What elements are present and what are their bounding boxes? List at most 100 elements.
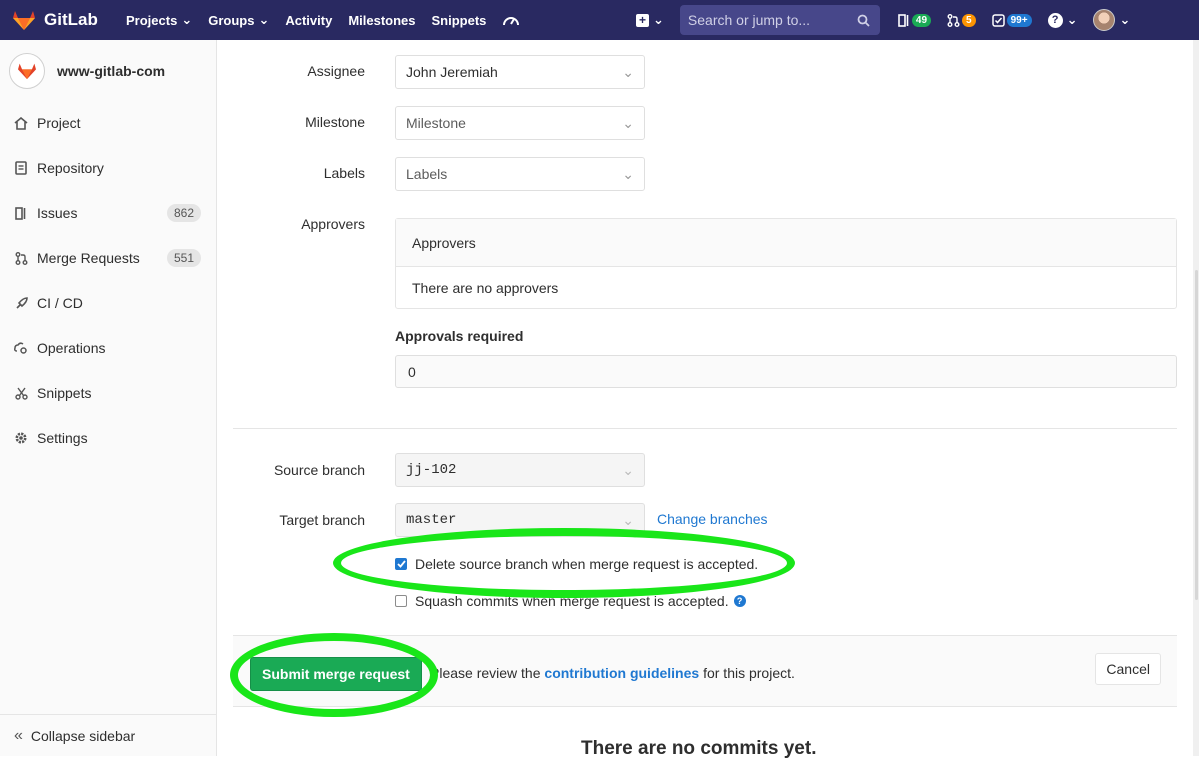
chevron-down-icon: ⌄ — [622, 511, 634, 528]
question-circle-icon[interactable]: ? — [733, 595, 746, 607]
todos-shortcut[interactable]: 99+ — [991, 13, 1032, 27]
merge-request-icon — [13, 251, 29, 265]
sidebar-item-label: Settings — [37, 430, 88, 446]
sidebar-item-ci-cd[interactable]: CI / CD — [0, 283, 216, 323]
milestone-value: Milestone — [406, 115, 466, 131]
plus-square-icon: + — [636, 13, 649, 27]
merge-request-form: Assignee John Jeremiah ⌄ Milestone Miles… — [217, 40, 1199, 759]
approvals-required-label: Approvals required — [395, 328, 524, 344]
approvers-header: Approvers — [396, 219, 1176, 267]
delete-source-branch-option[interactable]: Delete source branch when merge request … — [395, 556, 758, 572]
home-icon — [13, 116, 29, 130]
section-divider — [233, 428, 1177, 429]
sidebar-project-header[interactable]: www-gitlab-com — [0, 40, 216, 102]
delete-source-label: Delete source branch when merge request … — [415, 556, 759, 572]
milestone-dropdown[interactable]: Milestone ⌄ — [395, 106, 645, 140]
collapse-sidebar-button[interactable]: « Collapse sidebar — [0, 714, 216, 756]
chevron-down-icon: ⌄ — [622, 63, 634, 80]
search-input[interactable]: Search or jump to... — [679, 5, 880, 35]
form-actions: Submit merge request Please review the c… — [233, 635, 1177, 707]
sidebar-item-merge-requests[interactable]: Merge Requests 551 — [0, 238, 216, 278]
chevron-down-icon: ⌄ — [622, 165, 634, 182]
gitlab-home-link[interactable]: GitLab — [12, 9, 112, 31]
sidebar-item-settings[interactable]: Settings — [0, 418, 216, 458]
approvers-label: Approvers — [301, 216, 365, 232]
project-sidebar: www-gitlab-com Project Repository Issues… — [0, 40, 217, 756]
sidebar-item-operations[interactable]: Operations — [0, 328, 216, 368]
scissors-icon — [13, 387, 29, 400]
chevron-down-icon: ⌄ — [1066, 12, 1078, 27]
gitlab-logo-icon — [13, 11, 35, 30]
sidebar-item-label: Snippets — [37, 385, 92, 401]
nav-projects[interactable]: Projects ⌄ — [126, 12, 192, 28]
contribution-guidelines-link[interactable]: contribution guidelines — [544, 665, 699, 681]
project-name: www-gitlab-com — [57, 63, 166, 79]
review-suffix: for this project. — [703, 665, 795, 681]
chevron-down-icon: ⌄ — [622, 461, 634, 478]
target-branch-value: master — [406, 512, 457, 528]
todo-count-badge: 99+ — [1006, 13, 1032, 27]
gear-icon — [13, 431, 29, 445]
milestone-label: Milestone — [305, 114, 365, 130]
assignee-label: Assignee — [307, 63, 365, 79]
issues-count-badge: 49 — [911, 13, 932, 27]
sidebar-item-label: CI / CD — [37, 295, 83, 311]
brand-name: GitLab — [44, 10, 98, 29]
merge-requests-shortcut[interactable]: 5 — [947, 13, 976, 27]
doc-icon — [13, 161, 29, 175]
user-menu[interactable]: ⌄ — [1093, 9, 1130, 31]
chevron-down-icon: ⌄ — [622, 114, 634, 131]
sidebar-item-label: Operations — [37, 340, 106, 356]
submit-merge-request-button[interactable]: Submit merge request — [250, 657, 422, 691]
issues-count: 862 — [166, 204, 201, 222]
delete-source-checkbox[interactable] — [395, 558, 407, 570]
collapse-sidebar-label: Collapse sidebar — [30, 727, 136, 744]
cloud-gear-icon — [13, 341, 29, 355]
change-branches-link[interactable]: Change branches — [657, 511, 768, 527]
assignee-dropdown[interactable]: John Jeremiah ⌄ — [395, 55, 645, 89]
chevron-down-icon: ⌄ — [653, 12, 664, 27]
labels-value: Labels — [406, 166, 448, 182]
nav-groups[interactable]: Groups ⌄ — [208, 12, 269, 28]
nav-milestones[interactable]: Milestones — [348, 13, 415, 28]
chevron-down-icon: ⌄ — [258, 12, 270, 27]
admin-dashboard-icon[interactable] — [502, 12, 520, 28]
search-icon — [857, 14, 870, 27]
mr-count-badge: 5 — [962, 13, 976, 27]
squash-checkbox[interactable] — [395, 595, 407, 607]
double-chevron-left-icon: « — [14, 726, 23, 744]
sidebar-item-project[interactable]: Project — [0, 103, 216, 143]
issues-shortcut[interactable]: 49 — [898, 13, 932, 27]
new-item-button[interactable]: + ⌄ — [636, 12, 664, 28]
review-notice: Please review the contribution guideline… — [430, 665, 795, 681]
no-commits-heading: There are no commits yet. — [581, 738, 817, 759]
labels-label: Labels — [323, 165, 365, 181]
issues-icon — [898, 13, 909, 27]
target-branch-dropdown: master ⌄ — [395, 503, 645, 537]
sidebar-item-snippets[interactable]: Snippets — [0, 373, 216, 413]
squash-commits-option[interactable]: Squash commits when merge request is acc… — [395, 593, 746, 609]
target-branch-label: Target branch — [279, 512, 365, 528]
cancel-button[interactable]: Cancel — [1095, 653, 1161, 685]
scrollbar-thumb[interactable] — [1195, 270, 1198, 600]
source-branch-value: jj-102 — [406, 462, 457, 478]
chevron-down-icon: ⌄ — [1119, 12, 1131, 27]
sidebar-item-repository[interactable]: Repository — [0, 148, 216, 188]
approvers-panel: Approvers There are no approvers — [395, 218, 1177, 309]
approvals-required-input[interactable]: 0 — [395, 355, 1177, 388]
top-navbar: GitLab Projects ⌄ Groups ⌄ Activity Milest… — [0, 0, 1199, 40]
sidebar-item-label: Repository — [37, 160, 104, 176]
todo-check-icon — [991, 13, 1005, 27]
source-branch-dropdown: jj-102 ⌄ — [395, 453, 645, 487]
sidebar-item-label: Issues — [37, 205, 78, 221]
sidebar-item-issues[interactable]: Issues 862 — [0, 193, 216, 233]
nav-activity[interactable]: Activity — [285, 13, 332, 28]
rocket-icon — [13, 296, 29, 310]
issues-icon — [13, 206, 29, 220]
question-circle-icon: ? — [1047, 12, 1063, 28]
approvers-empty-message: There are no approvers — [412, 280, 559, 296]
nav-snippets[interactable]: Snippets — [432, 13, 487, 28]
help-menu[interactable]: ? ⌄ — [1047, 12, 1078, 28]
project-avatar — [9, 53, 45, 89]
labels-dropdown[interactable]: Labels ⌄ — [395, 157, 645, 191]
